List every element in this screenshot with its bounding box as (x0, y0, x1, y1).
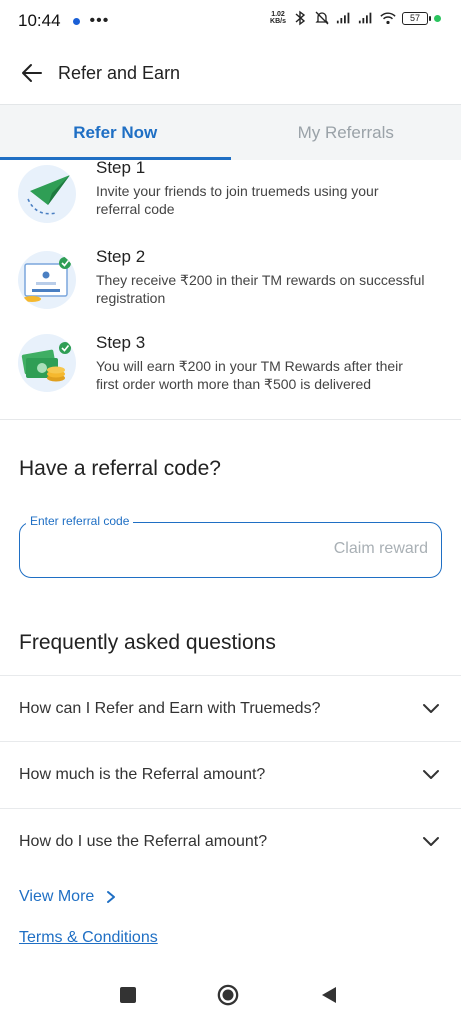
step-2-description: They receive ₹200 in their TM rewards on… (96, 272, 425, 306)
step-3-description: You will earn ₹200 in your TM Rewards af… (96, 358, 403, 392)
step-2-text: Step 2 They receive ₹200 in their TM rew… (96, 246, 426, 307)
tab-refer-now[interactable]: Refer Now (0, 105, 231, 160)
signal-icon (336, 12, 350, 24)
net-speed: 1.02 KB/s (270, 11, 286, 25)
chevron-down-icon[interactable] (420, 698, 442, 720)
status-time: 10:44 (18, 11, 61, 30)
chevron-down-icon[interactable] (420, 764, 442, 786)
privacy-indicator-icon (434, 14, 441, 22)
net-speed-unit: KB/s (270, 18, 286, 25)
step-3-text: Step 3 You will earn ₹200 in your TM Rew… (96, 332, 426, 393)
claim-reward-button[interactable]: Claim reward (334, 540, 428, 558)
chevron-down-icon[interactable] (420, 831, 442, 853)
faq-question: How much is the Referral amount? (19, 765, 266, 783)
mute-bell-icon (315, 11, 329, 25)
referral-heading: Have a referral code? (19, 457, 221, 480)
signal-2-icon (358, 12, 372, 24)
page-title: Refer and Earn (58, 62, 181, 83)
app-header: Refer and Earn (0, 42, 461, 104)
more-notifications-icon: ••• (89, 12, 110, 29)
step-1-text: Step 1 Invite your friends to join truem… (96, 160, 426, 218)
tab-my-referrals[interactable]: My Referrals (231, 105, 461, 160)
referral-code-field: Enter referral code Claim reward (19, 514, 442, 578)
faq-item[interactable]: How can I Refer and Earn with Truemeds? (0, 675, 461, 741)
steps-section: Step 1 Invite your friends to join truem… (0, 160, 461, 420)
bluetooth-icon (295, 10, 306, 26)
view-more-link[interactable]: View More (19, 888, 116, 906)
step-1-title: Step 1 (96, 160, 146, 177)
referral-code-input[interactable] (30, 533, 310, 567)
tab-bar: Refer Now My Referrals (0, 104, 461, 160)
faq-heading: Frequently asked questions (19, 631, 276, 654)
step-1-description: Invite your friends to join truemeds usi… (96, 183, 379, 217)
wifi-icon (380, 12, 396, 25)
faq-question: How do I use the Referral amount? (19, 832, 268, 850)
home-circle-icon[interactable] (217, 984, 239, 1006)
back-triangle-icon[interactable] (318, 984, 340, 1006)
net-speed-value: 1.02 (271, 11, 285, 18)
step-2-title: Step 2 (96, 247, 146, 266)
status-icons: 1.02 KB/s 57 (270, 10, 441, 26)
faq-item[interactable]: How do I use the Referral amount? (0, 808, 461, 874)
id-card-check-icon (18, 251, 76, 309)
arrow-left-icon[interactable] (20, 61, 44, 85)
view-more-label: View More (19, 888, 95, 905)
notification-dot-icon (72, 17, 80, 25)
terms-conditions-link[interactable]: Terms & Conditions (19, 929, 158, 947)
referral-code-label: Enter referral code (26, 514, 134, 528)
system-nav-bar (0, 966, 461, 1024)
faq-item[interactable]: How much is the Referral amount? (0, 741, 461, 807)
paper-plane-icon (18, 165, 76, 223)
faq-question: How can I Refer and Earn with Truemeds? (19, 699, 321, 717)
recents-square-icon[interactable] (117, 984, 139, 1006)
status-bar: 10:44 ••• 1.02 KB/s 57 (0, 0, 461, 42)
battery-icon: 57 (402, 11, 431, 25)
step-3-title: Step 3 (96, 333, 146, 352)
cash-coins-check-icon (18, 334, 76, 392)
chevron-right-icon (107, 891, 116, 903)
